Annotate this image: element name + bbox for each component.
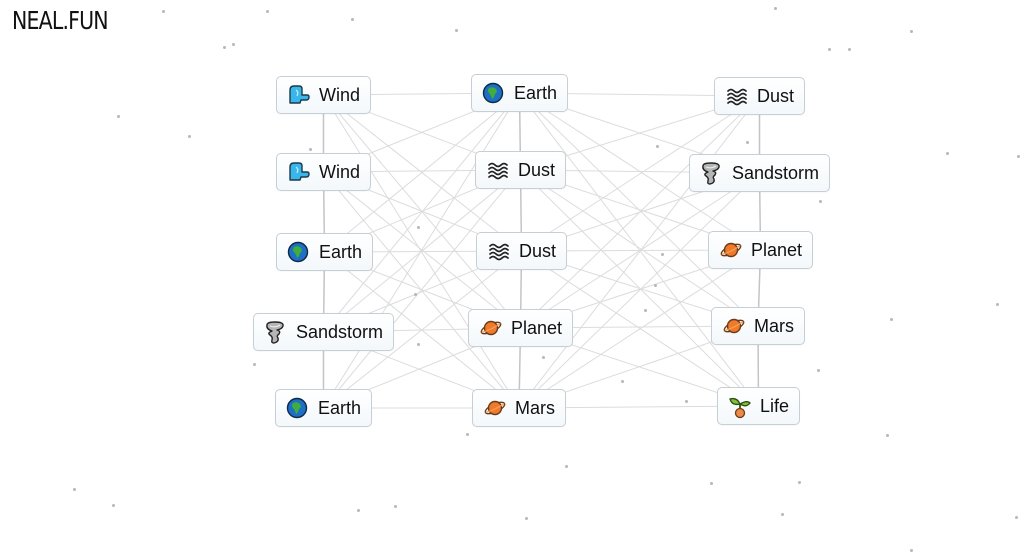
background-dot xyxy=(1015,516,1018,519)
element-label: Dust xyxy=(519,240,557,261)
element-wind[interactable]: Wind xyxy=(276,76,372,114)
element-label: Earth xyxy=(318,397,362,418)
planet-icon xyxy=(722,315,746,337)
sprout-icon xyxy=(728,395,752,419)
background-dot xyxy=(886,434,889,437)
background-dot xyxy=(232,43,235,46)
background-dot xyxy=(525,517,528,520)
background-dot xyxy=(946,152,949,155)
connection-line xyxy=(323,169,521,409)
element-earth[interactable]: Earth xyxy=(275,389,373,427)
planet-icon xyxy=(483,397,507,419)
element-planet[interactable]: Planet xyxy=(708,231,814,269)
element-wind[interactable]: Wind xyxy=(276,153,372,191)
background-dot xyxy=(112,504,115,507)
background-dot xyxy=(798,481,801,484)
element-mars[interactable]: Mars xyxy=(472,389,566,427)
background-dot xyxy=(117,115,120,118)
element-label: Sandstorm xyxy=(296,321,384,342)
element-dust[interactable]: Dust xyxy=(475,151,567,189)
background-dot xyxy=(661,253,664,256)
element-earth[interactable]: Earth xyxy=(471,74,569,112)
element-label: Wind xyxy=(319,84,361,105)
background-dot xyxy=(565,465,568,468)
background-dot xyxy=(848,48,851,51)
element-label: Earth xyxy=(319,241,363,262)
background-dot xyxy=(188,135,191,138)
background-dot xyxy=(223,46,226,49)
background-dot xyxy=(781,513,784,516)
element-label: Life xyxy=(760,395,790,416)
element-label: Dust xyxy=(518,159,556,180)
element-life[interactable]: Life xyxy=(717,387,801,425)
earth-icon xyxy=(482,82,506,104)
earth-icon xyxy=(287,241,311,263)
element-label: Planet xyxy=(751,239,803,260)
background-dot xyxy=(394,505,397,508)
background-dot xyxy=(466,433,469,436)
element-earth[interactable]: Earth xyxy=(276,233,374,271)
dust-icon xyxy=(486,159,510,181)
element-label: Dust xyxy=(757,85,795,106)
background-dot xyxy=(253,363,256,366)
planet-icon xyxy=(719,239,743,261)
background-dot xyxy=(996,303,999,306)
background-dot xyxy=(621,380,624,383)
sandstorm-icon xyxy=(264,321,288,344)
element-dust[interactable]: Dust xyxy=(714,77,806,115)
connection-line xyxy=(518,172,760,409)
dust-icon xyxy=(487,240,511,262)
element-label: Earth xyxy=(514,82,558,103)
background-dot xyxy=(414,293,417,296)
element-sandstorm[interactable]: Sandstorm xyxy=(689,154,831,192)
background-dot xyxy=(357,509,360,512)
background-dot xyxy=(542,356,545,359)
background-dot xyxy=(819,200,822,203)
connection-line xyxy=(323,92,520,333)
background-dot xyxy=(455,29,458,32)
background-dot xyxy=(910,30,913,33)
background-dot xyxy=(828,48,831,51)
element-dust[interactable]: Dust xyxy=(476,232,568,270)
element-label: Wind xyxy=(319,161,361,182)
background-dot xyxy=(417,226,420,229)
planet-icon xyxy=(479,317,503,339)
wind-icon xyxy=(287,84,311,106)
element-planet[interactable]: Planet xyxy=(468,309,574,347)
element-label: Mars xyxy=(754,315,794,336)
dust-icon xyxy=(725,85,749,107)
background-dot xyxy=(774,7,777,10)
element-label: Planet xyxy=(511,317,563,338)
element-label: Sandstorm xyxy=(732,162,820,183)
background-dot xyxy=(654,284,657,287)
background-dot xyxy=(910,549,913,552)
background-dot xyxy=(817,369,820,372)
element-mars[interactable]: Mars xyxy=(711,307,805,345)
background-dot xyxy=(656,145,659,148)
background-dot xyxy=(73,488,76,491)
background-dot xyxy=(309,148,312,151)
background-dot xyxy=(746,141,749,144)
sandstorm-icon xyxy=(700,162,724,185)
element-sandstorm[interactable]: Sandstorm xyxy=(253,313,395,351)
wind-icon xyxy=(287,161,311,183)
background-dot xyxy=(266,10,269,13)
element-label: Mars xyxy=(515,397,555,418)
connection-line xyxy=(520,95,760,329)
earth-icon xyxy=(286,397,310,419)
background-dot xyxy=(644,309,647,312)
background-dot xyxy=(710,482,713,485)
background-dot xyxy=(417,343,420,346)
background-dot xyxy=(351,18,354,21)
background-dot xyxy=(1017,155,1020,158)
background-dot xyxy=(890,318,893,321)
background-dot xyxy=(162,10,165,13)
background-dot xyxy=(685,400,688,403)
